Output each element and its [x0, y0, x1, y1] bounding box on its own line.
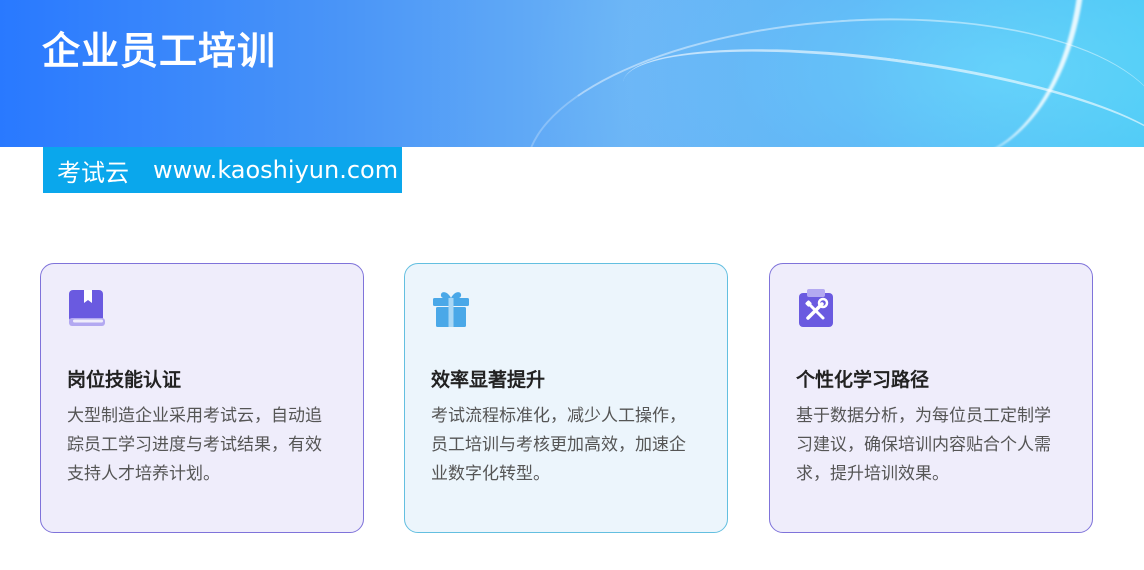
- gift-icon: [431, 288, 701, 328]
- card-description: 基于数据分析，为每位员工定制学习建议，确保培训内容贴合个人需求，提升培训效果。: [796, 406, 1051, 484]
- book-icon: [67, 288, 337, 328]
- brand-url: www.kaoshiyun.com: [153, 156, 399, 184]
- feature-card-personalized-learning: 个性化学习路径 基于数据分析，为每位员工定制学习建议，确保培训内容贴合个人需求，…: [769, 263, 1093, 533]
- card-description: 考试流程标准化，减少人工操作，员工培训与考核更加高效，加速企业数字化转型。: [431, 406, 686, 484]
- brand-name: 考试云: [57, 158, 129, 187]
- feature-card-efficiency: 效率显著提升 考试流程标准化，减少人工操作，员工培训与考核更加高效，加速企业数字…: [404, 263, 728, 533]
- card-title: 效率显著提升: [431, 369, 546, 391]
- page-title: 企业员工培训: [42, 29, 277, 73]
- brand-strip: 考试云 www.kaoshiyun.com: [43, 147, 402, 193]
- header-banner: 企业员工培训: [0, 0, 1144, 147]
- card-title: 岗位技能认证: [67, 369, 182, 391]
- card-description: 大型制造企业采用考试云，自动追踪员工学习进度与考试结果，有效支持人才培养计划。: [67, 406, 322, 484]
- clipboard-tools-icon: [796, 288, 1066, 328]
- feature-card-skill-certification: 岗位技能认证 大型制造企业采用考试云，自动追踪员工学习进度与考试结果，有效支持人…: [40, 263, 364, 533]
- card-title: 个性化学习路径: [796, 369, 930, 391]
